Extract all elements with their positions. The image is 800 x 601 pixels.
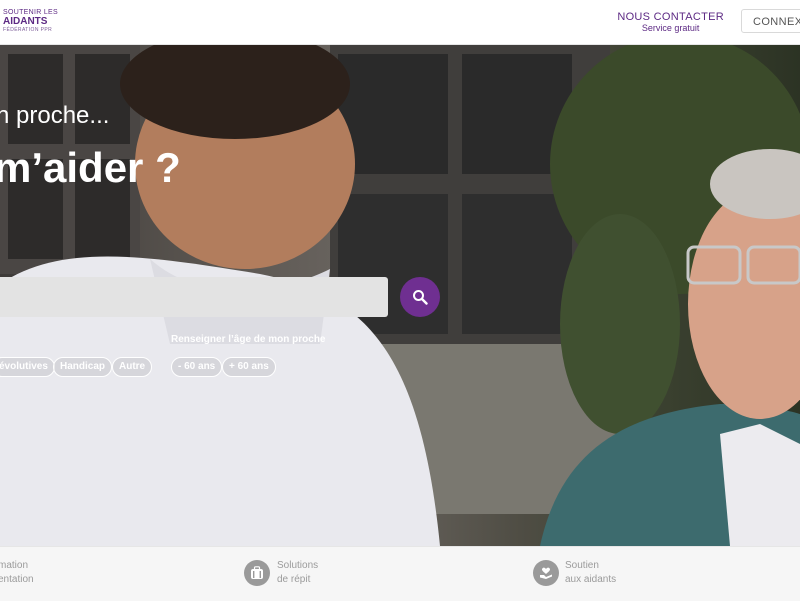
feature-respite-line2: de répit	[277, 574, 311, 585]
hero-banner: n proche... m’aider ? Renseigner l’âge d…	[0, 44, 800, 546]
feature-respite[interactable]: Solutions de répit	[277, 559, 318, 587]
feature-caregiver-support-line1: Soutien	[565, 560, 599, 571]
search-input[interactable]	[0, 277, 388, 317]
search-button[interactable]	[400, 277, 440, 317]
feature-caregiver-support-line2: aux aidants	[565, 574, 617, 585]
contact-title: NOUS CONTACTER	[617, 11, 724, 23]
chip-handicap[interactable]: Handicap	[53, 357, 113, 377]
feature-information-line1: mation	[0, 560, 29, 571]
hero-title: m’aider ?	[0, 144, 181, 191]
feature-information-line2: entation	[0, 574, 34, 585]
contact-link[interactable]: NOUS CONTACTER Service gratuit	[617, 11, 724, 33]
contact-subtitle: Service gratuit	[641, 23, 700, 33]
suitcase-icon	[244, 560, 270, 586]
logo-line3: FÉDÉRATION PPR	[3, 27, 53, 33]
hero-subtitle: n proche...	[0, 102, 110, 129]
logo-line2: AIDANTS	[3, 16, 48, 27]
chip-evolutives[interactable]: évolutives	[0, 357, 55, 377]
site-header: SOUTENIR LES AIDANTS FÉDÉRATION PPR NOUS…	[0, 0, 800, 45]
feature-information[interactable]: mation entation	[0, 559, 34, 587]
search-icon	[413, 290, 428, 305]
heart-hand-icon	[533, 560, 559, 586]
chip-over-60[interactable]: + 60 ans	[222, 357, 276, 377]
feature-respite-line1: Solutions	[277, 560, 319, 571]
chip-under-60[interactable]: - 60 ans	[171, 357, 223, 377]
feature-caregiver-support[interactable]: Soutien aux aidants	[565, 559, 616, 587]
login-button[interactable]: CONNEXION	[741, 9, 800, 33]
age-label: Renseigner l’âge de mon proche	[171, 334, 326, 345]
logo[interactable]: SOUTENIR LES AIDANTS FÉDÉRATION PPR	[3, 8, 63, 34]
chip-autre[interactable]: Autre	[112, 357, 153, 377]
features-bar: mation entation Solutions de répit Souti…	[0, 546, 800, 601]
